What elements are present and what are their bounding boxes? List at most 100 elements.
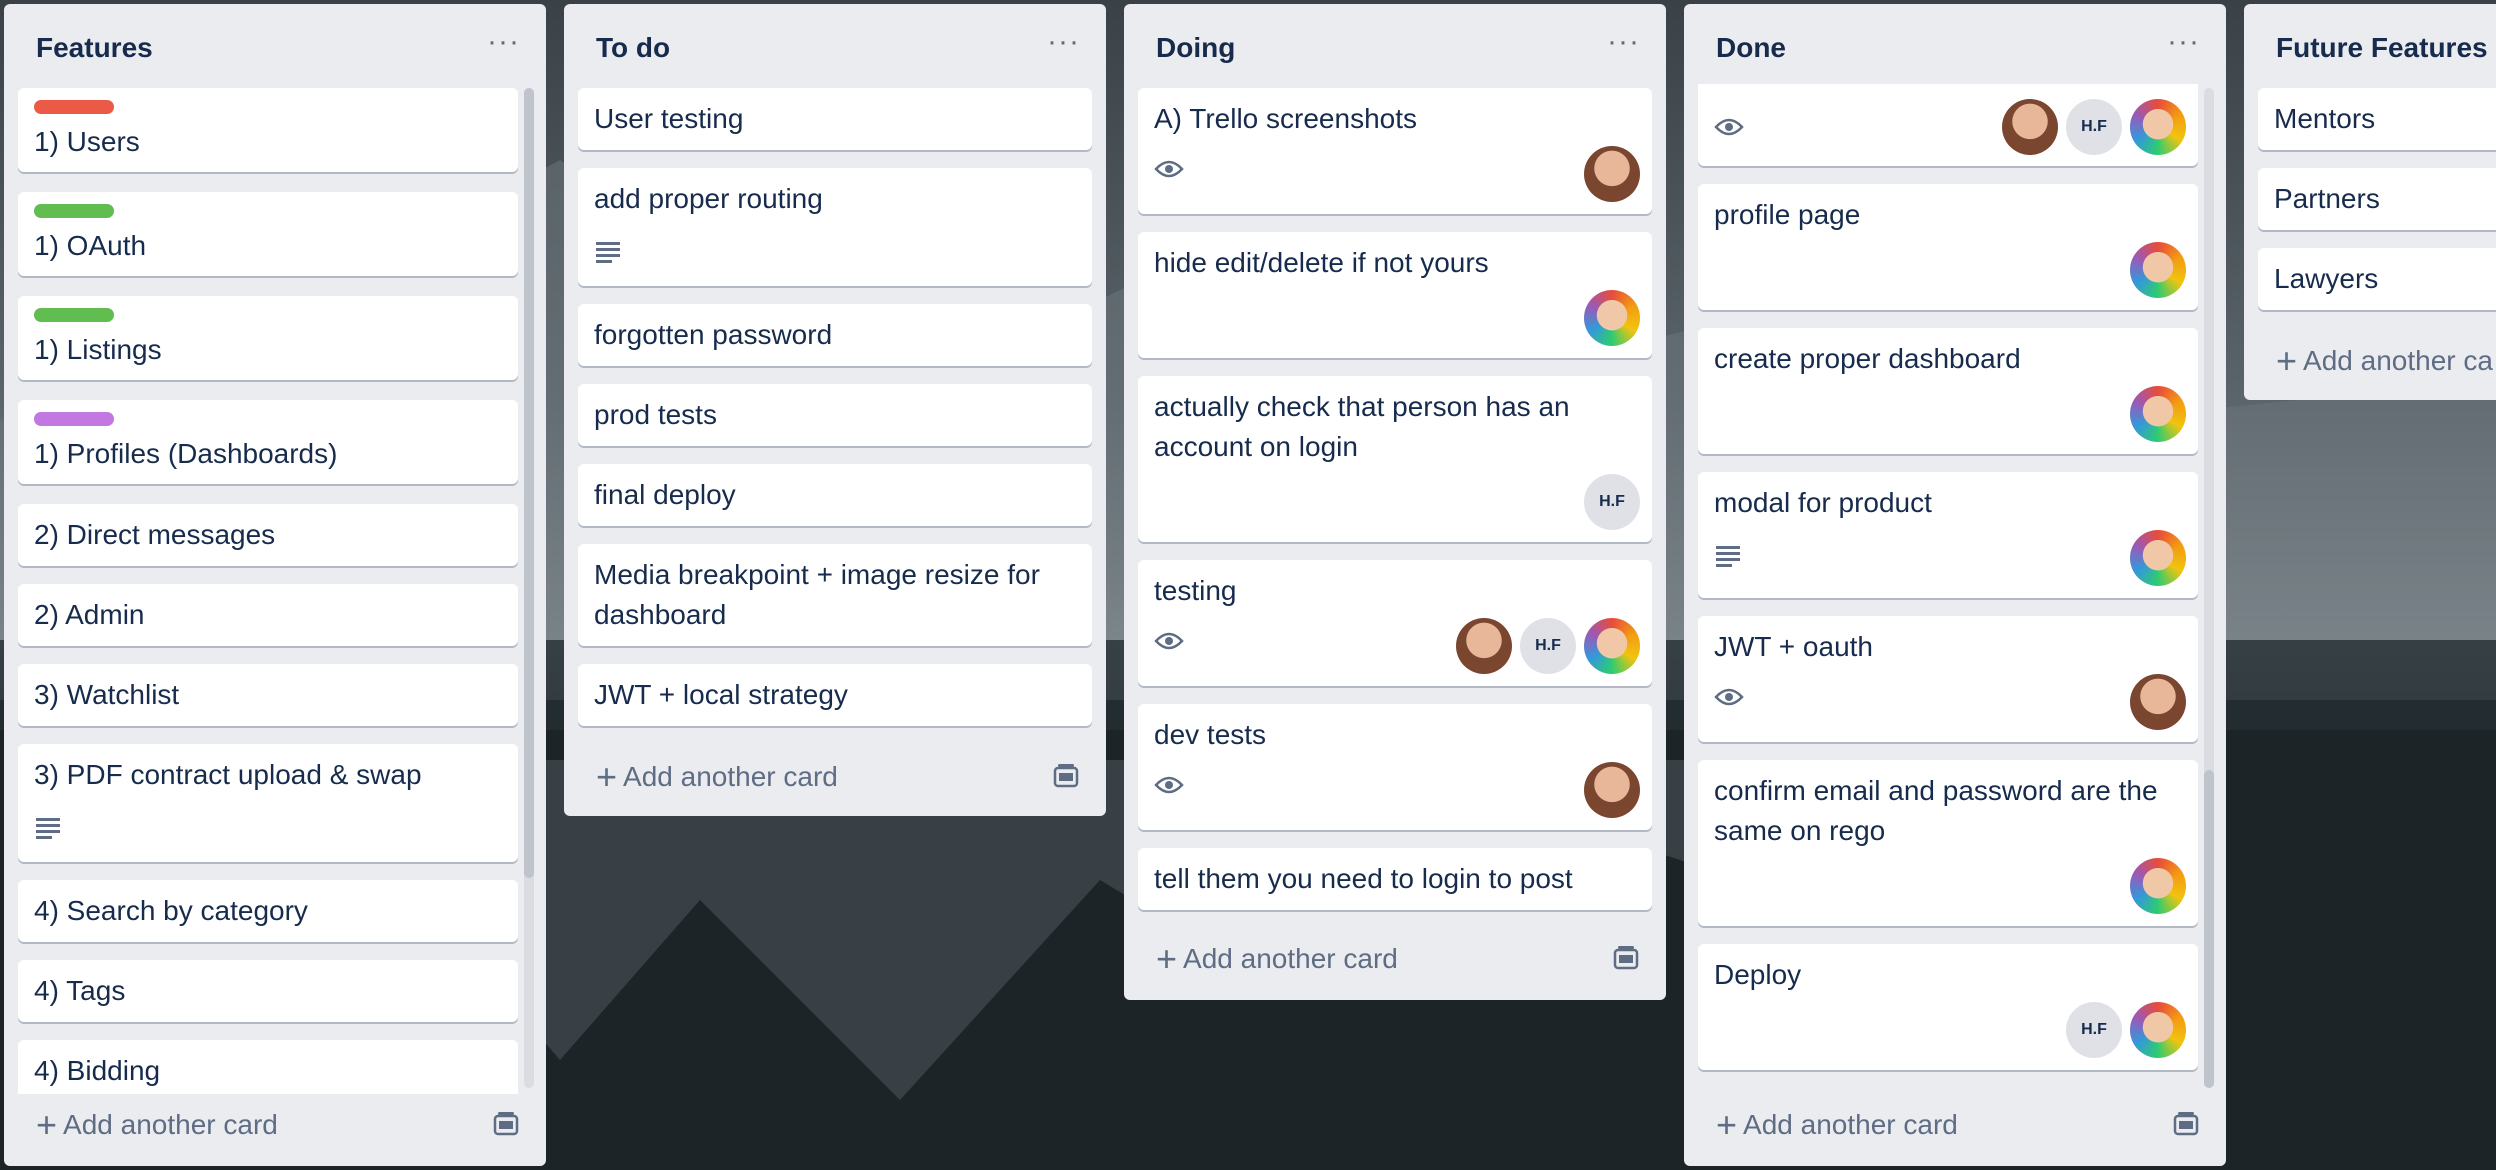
card-title: create proper dashboard bbox=[1714, 343, 2021, 374]
card-title: profile page bbox=[1714, 199, 1861, 230]
member-avatar[interactable] bbox=[2130, 1002, 2186, 1058]
card-list: H.F profile page create proper dashboard… bbox=[1698, 84, 2198, 1084]
card[interactable]: A) Trello screenshots bbox=[1138, 88, 1652, 214]
card[interactable]: prod tests bbox=[578, 384, 1092, 446]
card-members: H.F bbox=[2066, 1002, 2186, 1058]
card-list: A) Trello screenshots hide edit/delete i… bbox=[1138, 84, 1652, 914]
card-title: 1) Users bbox=[34, 126, 140, 157]
card[interactable]: 1) OAuth bbox=[18, 192, 518, 276]
list-menu-icon[interactable]: ··· bbox=[487, 27, 520, 57]
card[interactable]: Media breakpoint + image resize for dash… bbox=[578, 544, 1092, 646]
card-title: JWT + oauth bbox=[1714, 631, 1874, 662]
list-menu-icon[interactable]: ··· bbox=[1047, 27, 1080, 57]
card-title: Media breakpoint + image resize for dash… bbox=[594, 559, 1048, 630]
card[interactable]: 4) Search by category bbox=[18, 880, 518, 942]
card[interactable]: 1) Listings bbox=[18, 296, 518, 380]
member-avatar[interactable] bbox=[1456, 618, 1512, 674]
scrollbar[interactable] bbox=[524, 88, 534, 1088]
card[interactable]: Deploy H.F bbox=[1698, 944, 2198, 1070]
card[interactable]: Partners bbox=[2258, 168, 2496, 230]
member-avatar[interactable]: H.F bbox=[1584, 474, 1640, 530]
card-members: H.F bbox=[1456, 618, 1640, 674]
card-title: 2) Admin bbox=[34, 599, 145, 630]
list-menu-icon[interactable]: ··· bbox=[2167, 27, 2200, 57]
member-avatar[interactable] bbox=[2002, 99, 2058, 155]
list-title[interactable]: Doing bbox=[1156, 32, 1235, 63]
member-avatar[interactable] bbox=[2130, 99, 2186, 155]
card[interactable]: JWT + oauth bbox=[1698, 616, 2198, 742]
list-header: Features ··· bbox=[4, 4, 546, 84]
card[interactable]: H.F bbox=[1698, 84, 2198, 166]
card[interactable]: create proper dashboard bbox=[1698, 328, 2198, 454]
add-card-button[interactable]: + Add another card bbox=[1716, 1104, 1958, 1146]
card[interactable]: actually check that person has an accoun… bbox=[1138, 376, 1652, 542]
member-avatar[interactable] bbox=[2130, 530, 2186, 586]
card-members bbox=[2130, 242, 2186, 298]
card-title: prod tests bbox=[594, 399, 717, 430]
list-doing: Doing ··· A) Trello screenshots hide edi… bbox=[1124, 4, 1666, 1000]
member-avatar[interactable] bbox=[2130, 858, 2186, 914]
card[interactable]: 3) Watchlist bbox=[18, 664, 518, 726]
member-avatar[interactable] bbox=[1584, 290, 1640, 346]
member-avatar[interactable]: H.F bbox=[2066, 1002, 2122, 1058]
card[interactable]: add proper routing bbox=[578, 168, 1092, 286]
member-avatar[interactable]: H.F bbox=[1520, 618, 1576, 674]
card[interactable]: Lawyers bbox=[2258, 248, 2496, 310]
card-title: User testing bbox=[594, 103, 744, 134]
add-card-button[interactable]: + Add another ca bbox=[2276, 340, 2493, 382]
card[interactable]: hide edit/delete if not yours bbox=[1138, 232, 1652, 358]
card[interactable]: 3) PDF contract upload & swap bbox=[18, 744, 518, 862]
scroll-thumb[interactable] bbox=[2204, 770, 2214, 1088]
member-avatar[interactable] bbox=[2130, 242, 2186, 298]
card-template-icon[interactable] bbox=[1612, 944, 1640, 972]
list-title[interactable]: Done bbox=[1716, 32, 1786, 63]
card[interactable]: 4) Tags bbox=[18, 960, 518, 1022]
scrollbar[interactable] bbox=[2204, 88, 2214, 1088]
card[interactable]: 2) Admin bbox=[18, 584, 518, 646]
add-card-button[interactable]: + Add another card bbox=[1156, 938, 1398, 980]
card[interactable]: Mentors bbox=[2258, 88, 2496, 150]
plus-icon: + bbox=[2276, 340, 2298, 381]
add-card-button[interactable]: + Add another card bbox=[596, 756, 838, 798]
card-template-icon[interactable] bbox=[492, 1110, 520, 1138]
card[interactable]: confirm email and password are the same … bbox=[1698, 760, 2198, 926]
member-avatar[interactable] bbox=[1584, 146, 1640, 202]
list-features: Features ··· 1) Users 1) OAuth 1) Listin… bbox=[4, 4, 546, 1166]
list-title[interactable]: To do bbox=[596, 32, 670, 63]
card[interactable]: profile page bbox=[1698, 184, 2198, 310]
card[interactable]: dev tests bbox=[1138, 704, 1652, 830]
card[interactable]: modal for product bbox=[1698, 472, 2198, 598]
add-card-button[interactable]: + Add another card bbox=[36, 1104, 278, 1146]
card-title: 4) Search by category bbox=[34, 895, 308, 926]
card[interactable]: testing H.F bbox=[1138, 560, 1652, 686]
member-avatar[interactable] bbox=[2130, 674, 2186, 730]
card-title: 3) PDF contract upload & swap bbox=[34, 759, 422, 790]
description-icon bbox=[1716, 546, 1740, 567]
card-title: testing bbox=[1154, 575, 1237, 606]
list-header: Future Features bbox=[2244, 4, 2496, 84]
card-template-icon[interactable] bbox=[2172, 1110, 2200, 1138]
member-avatar[interactable] bbox=[1584, 762, 1640, 818]
card-members: H.F bbox=[1584, 474, 1640, 530]
card[interactable]: User testing bbox=[578, 88, 1092, 150]
card[interactable]: 1) Profiles (Dashboards) bbox=[18, 400, 518, 484]
card-title: 3) Watchlist bbox=[34, 679, 180, 710]
add-card-label: Add another card bbox=[1183, 943, 1398, 974]
card-label bbox=[34, 204, 114, 218]
card[interactable]: tell them you need to login to post bbox=[1138, 848, 1652, 910]
list-todo: To do ··· User testing add proper routin… bbox=[564, 4, 1106, 816]
card[interactable]: final deploy bbox=[578, 464, 1092, 526]
member-avatar[interactable]: H.F bbox=[2066, 99, 2122, 155]
member-avatar[interactable] bbox=[2130, 386, 2186, 442]
scroll-thumb[interactable] bbox=[524, 88, 534, 878]
card[interactable]: 1) Users bbox=[18, 88, 518, 172]
card[interactable]: 2) Direct messages bbox=[18, 504, 518, 566]
card-template-icon[interactable] bbox=[1052, 762, 1080, 790]
card[interactable]: forgotten password bbox=[578, 304, 1092, 366]
list-title[interactable]: Features bbox=[36, 32, 153, 63]
card[interactable]: JWT + local strategy bbox=[578, 664, 1092, 726]
list-menu-icon[interactable]: ··· bbox=[1607, 27, 1640, 57]
member-avatar[interactable] bbox=[1584, 618, 1640, 674]
list-title[interactable]: Future Features bbox=[2276, 32, 2488, 63]
card[interactable]: 4) Bidding bbox=[18, 1040, 518, 1094]
